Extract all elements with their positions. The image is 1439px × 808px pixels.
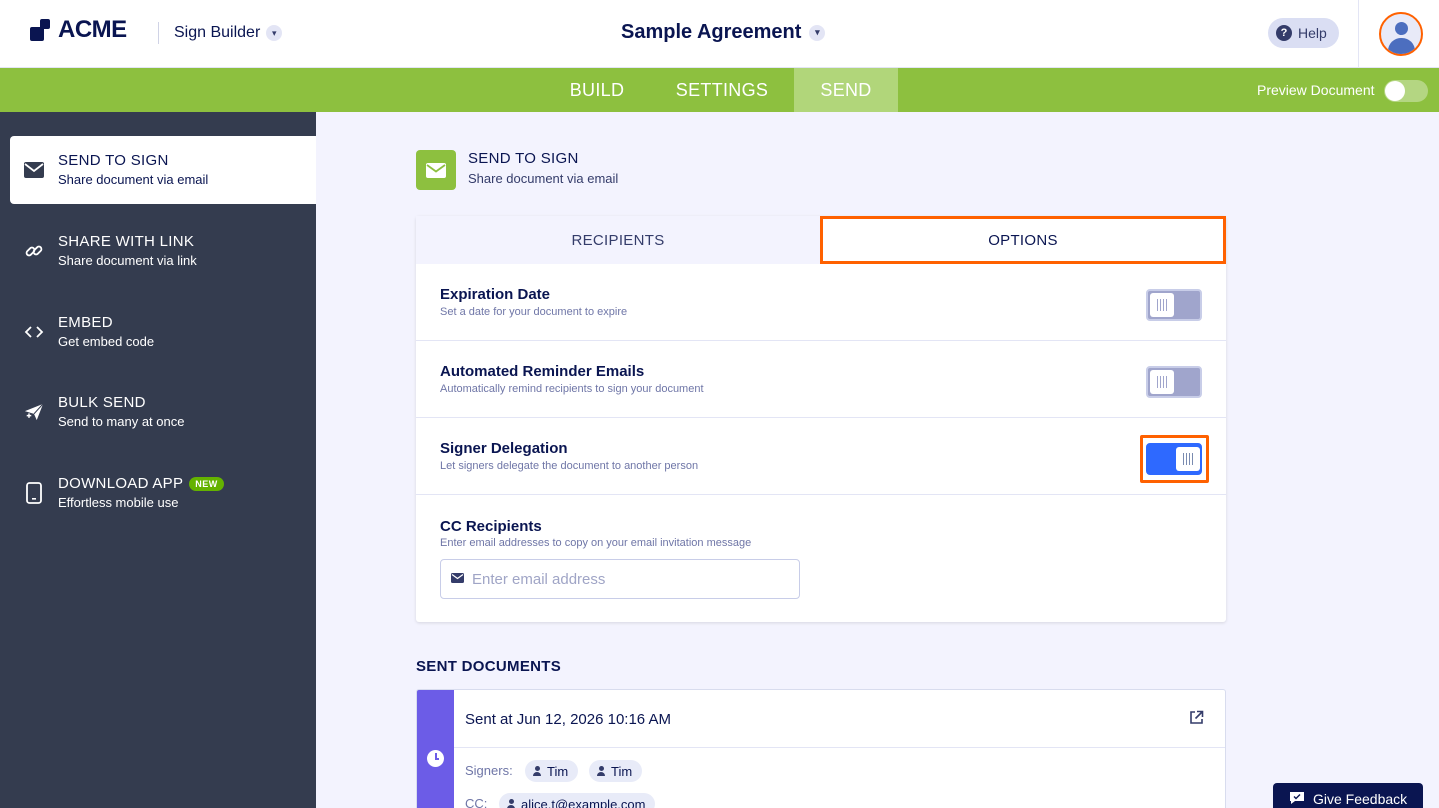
logo-text: ACME xyxy=(58,16,127,43)
preview-document-toggle[interactable] xyxy=(1384,80,1428,102)
expiration-date-toggle[interactable] xyxy=(1146,289,1202,321)
cc-recipients-title: CC Recipients xyxy=(440,518,542,535)
sidebar-item-sub: Effortless mobile use xyxy=(58,495,179,510)
app-switcher[interactable]: Sign Builder ▾ xyxy=(174,24,283,42)
sidebar-item-title: SEND TO SIGN xyxy=(58,152,169,169)
sidebar-item-share-with-link[interactable]: SHARE WITH LINK Share document via link xyxy=(10,217,316,285)
code-icon xyxy=(24,322,44,342)
cc-email-input[interactable] xyxy=(472,570,772,588)
preview-document-label: Preview Document xyxy=(1257,82,1375,98)
link-icon xyxy=(24,241,44,261)
mail-icon xyxy=(451,570,464,588)
document-title[interactable]: Sample Agreement ▾ xyxy=(621,21,826,44)
option-description: Set a date for your document to expire xyxy=(440,306,628,318)
signer-chip: Tim xyxy=(589,760,643,782)
help-button[interactable]: ? Help xyxy=(1268,18,1339,48)
option-automated-reminders: Automated Reminder Emails Automatically … xyxy=(416,341,1226,418)
sidebar-item-title: EMBED xyxy=(58,314,113,331)
feedback-icon xyxy=(1289,791,1305,808)
clock-icon xyxy=(427,750,444,767)
option-signer-delegation: Signer Delegation Let signers delegate t… xyxy=(416,418,1226,495)
cc-chip: alice.t@example.com xyxy=(499,793,656,808)
sent-documents-title: SENT DOCUMENTS xyxy=(416,658,562,675)
sidebar-item-download-app[interactable]: DOWNLOAD APP NEW Effortless mobile use xyxy=(10,459,316,527)
external-link-icon[interactable] xyxy=(1189,710,1204,730)
sidebar-item-title: SHARE WITH LINK xyxy=(58,233,195,250)
sidebar-item-sub: Get embed code xyxy=(58,334,155,349)
signer-chip: Tim xyxy=(525,760,579,782)
sidebar-item-send-to-sign[interactable]: SEND TO SIGN Share document via email xyxy=(10,136,316,204)
person-icon xyxy=(597,766,605,776)
send-options-card: RECIPIENTS OPTIONS Expiration Date Set a… xyxy=(416,216,1226,622)
mobile-icon xyxy=(24,482,44,504)
header-divider-right xyxy=(1358,0,1359,68)
signer-name: Tim xyxy=(547,763,569,779)
signer-name: Tim xyxy=(611,763,633,779)
new-badge: NEW xyxy=(189,476,224,491)
sidebar-item-bulk-send[interactable]: BULK SEND Send to many at once xyxy=(10,378,316,446)
section-title: SEND TO SIGN xyxy=(468,150,579,167)
tab-recipients[interactable]: RECIPIENTS xyxy=(416,216,820,264)
logo-mark-icon xyxy=(30,17,54,43)
header-divider xyxy=(158,22,159,44)
sidebar-item-embed[interactable]: EMBED Get embed code xyxy=(10,298,316,366)
card-tabs: RECIPIENTS OPTIONS xyxy=(416,216,1226,264)
automated-reminder-toggle[interactable] xyxy=(1146,366,1202,398)
tab-settings[interactable]: SETTINGS xyxy=(650,68,794,112)
option-title: Signer Delegation xyxy=(440,440,568,457)
send-sidebar: SEND TO SIGN Share document via email SH… xyxy=(0,112,316,808)
app-name: Sign Builder xyxy=(174,24,261,41)
chevron-down-icon: ▾ xyxy=(266,25,283,41)
sent-timestamp: Sent at Jun 12, 2026 10:16 AM xyxy=(465,711,671,728)
builder-nav: BUILD SETTINGS SEND Preview Document xyxy=(0,68,1439,112)
option-expiration-date: Expiration Date Set a date for your docu… xyxy=(416,264,1226,341)
sidebar-item-sub: Share document via email xyxy=(58,172,209,187)
sidebar-item-title: BULK SEND xyxy=(58,394,146,411)
option-title: Automated Reminder Emails xyxy=(440,363,645,380)
mail-icon xyxy=(416,150,456,190)
cc-label: CC: xyxy=(465,796,488,808)
feedback-label: Give Feedback xyxy=(1313,791,1408,807)
chevron-down-icon: ▾ xyxy=(809,24,826,41)
option-description: Automatically remind recipients to sign … xyxy=(440,383,704,395)
person-icon xyxy=(507,799,515,808)
option-description: Let signers delegate the document to ano… xyxy=(440,460,699,472)
document-title-text: Sample Agreement xyxy=(621,21,802,43)
sent-status-strip xyxy=(417,690,454,808)
help-label: Help xyxy=(1298,25,1327,41)
acme-logo[interactable]: ACME xyxy=(30,16,127,44)
user-avatar[interactable] xyxy=(1379,12,1423,56)
signers-label: Signers: xyxy=(465,763,513,778)
tab-options[interactable]: OPTIONS xyxy=(820,216,1226,264)
sidebar-item-title: DOWNLOAD APP NEW xyxy=(58,475,224,492)
sidebar-item-sub: Send to many at once xyxy=(58,414,185,429)
sent-document-card: Sent at Jun 12, 2026 10:16 AM Signers: T… xyxy=(416,689,1226,808)
mail-icon xyxy=(24,160,44,180)
bulk-send-icon xyxy=(24,402,44,422)
option-title: Expiration Date xyxy=(440,286,551,303)
divider xyxy=(454,747,1225,748)
person-icon xyxy=(533,766,541,776)
section-subtitle: Share document via email xyxy=(468,171,619,186)
tab-send[interactable]: SEND xyxy=(794,68,898,112)
give-feedback-button[interactable]: Give Feedback xyxy=(1273,783,1423,808)
sidebar-item-sub: Share document via link xyxy=(58,253,197,268)
tab-build[interactable]: BUILD xyxy=(544,68,650,112)
help-icon: ? xyxy=(1276,25,1292,41)
cc-email: alice.t@example.com xyxy=(521,796,646,808)
sidebar-item-title-text: DOWNLOAD APP xyxy=(58,475,184,492)
signer-delegation-toggle[interactable] xyxy=(1146,443,1202,475)
cc-email-field[interactable] xyxy=(440,559,800,599)
cc-recipients-description: Enter email addresses to copy on your em… xyxy=(440,537,752,549)
top-header: ACME Sign Builder ▾ Sample Agreement ▾ ?… xyxy=(0,0,1439,68)
